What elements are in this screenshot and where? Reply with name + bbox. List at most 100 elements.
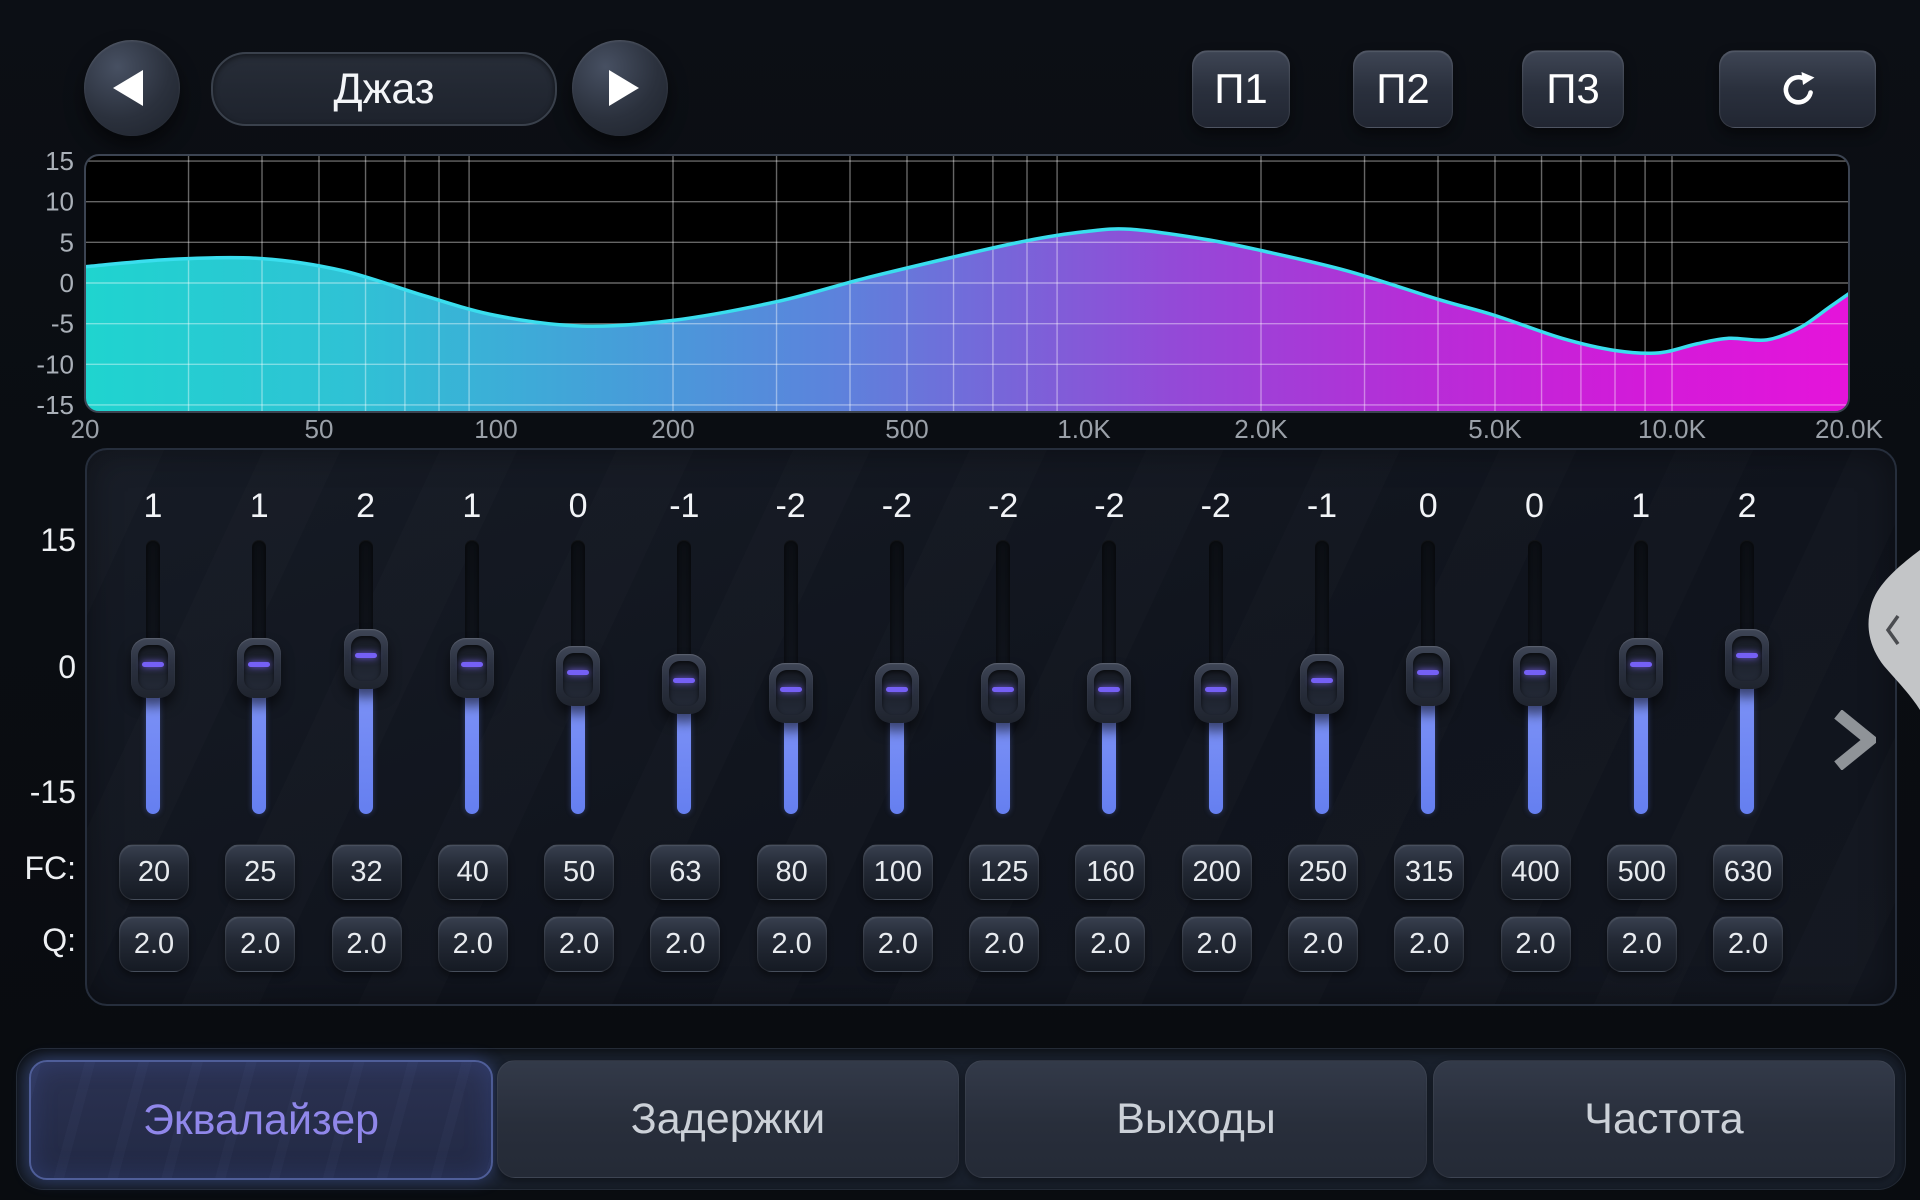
knob-plate [244, 645, 274, 690]
band-q-chip[interactable]: 2.0 [1607, 916, 1677, 972]
tab-outputs[interactable]: Выходы [965, 1060, 1427, 1178]
band-q-chip[interactable]: 2.0 [969, 916, 1039, 972]
band-gain-value: -2 [1163, 487, 1269, 526]
band-gain-value: 1 [100, 487, 206, 526]
band-q-chip[interactable]: 2.0 [1182, 916, 1252, 972]
band-slider-knob[interactable] [981, 663, 1025, 723]
band-fc-chip[interactable]: 50 [544, 844, 614, 900]
side-panel-handle[interactable] [1862, 548, 1920, 712]
band-gain-value: -1 [631, 487, 737, 526]
band-fc-chip[interactable]: 250 [1288, 844, 1358, 900]
band-slider-fill [1634, 690, 1648, 814]
eq-band: -1 250 2.0 [1269, 0, 1375, 1050]
band-q-chip[interactable]: 2.0 [225, 916, 295, 972]
band-q-chip[interactable]: 2.0 [1394, 916, 1464, 972]
tab-equalizer[interactable]: Эквалайзер [29, 1060, 493, 1180]
band-fc-chip[interactable]: 40 [438, 844, 508, 900]
band-slider-knob[interactable] [1513, 646, 1557, 706]
band-q-chip[interactable]: 2.0 [1075, 916, 1145, 972]
band-fc-chip[interactable]: 80 [757, 844, 827, 900]
eq-band: -2 100 2.0 [844, 0, 950, 1050]
band-fc-chip[interactable]: 125 [969, 844, 1039, 900]
eq-band: -2 160 2.0 [1056, 0, 1162, 1050]
band-slider-knob[interactable] [344, 629, 388, 689]
band-slider-knob[interactable] [1406, 646, 1450, 706]
band-fc-chip[interactable]: 32 [332, 844, 402, 900]
tab-delays[interactable]: Задержки [497, 1060, 959, 1178]
slider-scale-zero: 0 [0, 649, 76, 685]
band-slider-knob[interactable] [1619, 638, 1663, 698]
band-q-chip[interactable]: 2.0 [650, 916, 720, 972]
band-slider-knob[interactable] [450, 638, 494, 698]
band-fc-chip[interactable]: 315 [1394, 844, 1464, 900]
bottom-tab-bar: Эквалайзер Задержки Выходы Частота [16, 1048, 1906, 1190]
band-slider-knob[interactable] [237, 638, 281, 698]
band-q-chip[interactable]: 2.0 [1288, 916, 1358, 972]
next-bands-arrow[interactable] [1832, 710, 1876, 770]
band-q-chip[interactable]: 2.0 [119, 916, 189, 972]
knob-dash-icon [780, 687, 802, 692]
knob-dash-icon [248, 662, 270, 667]
band-q-chip[interactable]: 2.0 [544, 916, 614, 972]
q-row-label: Q: [0, 922, 76, 958]
band-fc-chip[interactable]: 200 [1182, 844, 1252, 900]
band-q-chip[interactable]: 2.0 [1501, 916, 1571, 972]
eq-bands: 1 20 2.0 1 25 2.0 2 32 2.0 [0, 0, 1920, 1200]
band-fc-chip[interactable]: 20 [119, 844, 189, 900]
slider-scale-min: -15 [0, 774, 76, 810]
band-slider-knob[interactable] [1300, 654, 1344, 714]
band-slider-knob[interactable] [1725, 629, 1769, 689]
knob-plate [457, 645, 487, 690]
tab-frequency[interactable]: Частота [1433, 1060, 1895, 1178]
band-q-chip[interactable]: 2.0 [863, 916, 933, 972]
eq-band: -1 63 2.0 [631, 0, 737, 1050]
knob-plate [1094, 670, 1124, 715]
svg-text:-10: -10 [36, 349, 74, 379]
eq-band: 1 20 2.0 [100, 0, 206, 1050]
band-slider-knob[interactable] [875, 663, 919, 723]
band-slider-fill [1421, 698, 1435, 814]
knob-plate [988, 670, 1018, 715]
eq-band: 1 25 2.0 [206, 0, 312, 1050]
knob-plate [1201, 670, 1231, 715]
band-q-chip[interactable]: 2.0 [332, 916, 402, 972]
band-gain-value: -2 [950, 487, 1056, 526]
band-fc-chip[interactable]: 100 [863, 844, 933, 900]
band-slider-fill [890, 715, 904, 814]
band-slider-knob[interactable] [1194, 663, 1238, 723]
band-q-chip[interactable]: 2.0 [438, 916, 508, 972]
knob-plate [882, 670, 912, 715]
band-slider-knob[interactable] [556, 646, 600, 706]
knob-plate [776, 670, 806, 715]
knob-plate [1626, 645, 1656, 690]
knob-dash-icon [886, 687, 908, 692]
band-slider-fill [359, 681, 373, 814]
knob-dash-icon [673, 678, 695, 683]
knob-dash-icon [992, 687, 1014, 692]
band-fc-chip[interactable]: 500 [1607, 844, 1677, 900]
band-gain-value: 0 [1482, 487, 1588, 526]
band-gain-value: -2 [738, 487, 844, 526]
eq-band: 0 50 2.0 [525, 0, 631, 1050]
band-slider-knob[interactable] [131, 638, 175, 698]
knob-dash-icon [461, 662, 483, 667]
svg-text:15: 15 [45, 146, 74, 176]
band-gain-value: 2 [1694, 487, 1800, 526]
eq-band: 2 630 2.0 [1694, 0, 1800, 1050]
eq-band: -2 125 2.0 [950, 0, 1056, 1050]
knob-dash-icon [1311, 678, 1333, 683]
band-slider-fill [1315, 706, 1329, 814]
knob-dash-icon [142, 662, 164, 667]
band-fc-chip[interactable]: 400 [1501, 844, 1571, 900]
band-fc-chip[interactable]: 25 [225, 844, 295, 900]
band-q-chip[interactable]: 2.0 [757, 916, 827, 972]
band-slider-knob[interactable] [662, 654, 706, 714]
band-slider-fill [465, 690, 479, 814]
band-fc-chip[interactable]: 63 [650, 844, 720, 900]
band-fc-chip[interactable]: 160 [1075, 844, 1145, 900]
band-fc-chip[interactable]: 630 [1713, 844, 1783, 900]
band-q-chip[interactable]: 2.0 [1713, 916, 1783, 972]
band-slider-knob[interactable] [769, 663, 813, 723]
band-slider-fill [1740, 681, 1754, 814]
band-slider-knob[interactable] [1087, 663, 1131, 723]
